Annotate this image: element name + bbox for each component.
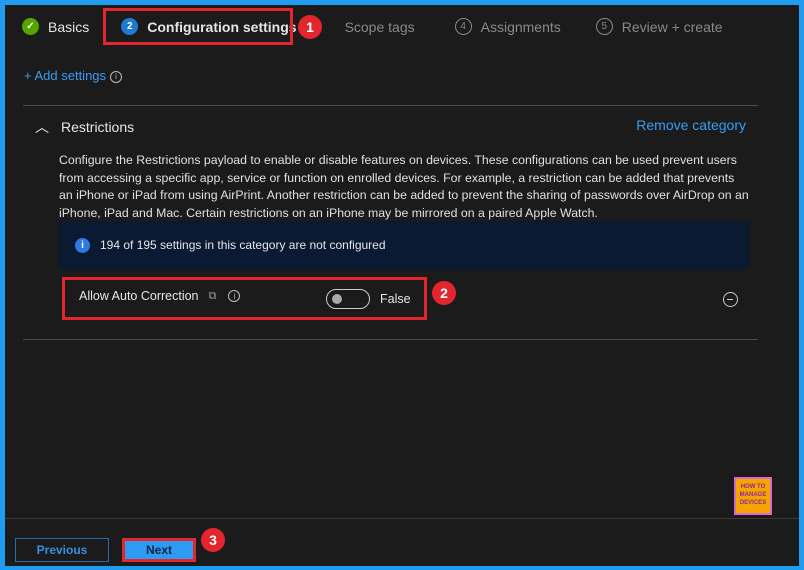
divider <box>23 339 758 340</box>
info-icon: i <box>75 237 90 253</box>
step-label: Assignments <box>480 18 561 35</box>
next-button[interactable]: Next <box>122 538 196 562</box>
chevron-up-icon: ︿ <box>35 119 49 135</box>
step-basics[interactable]: ✓ Basics <box>22 18 89 35</box>
wizard-panel: ✓ Basics 2 Configuration settings Scope ta… <box>5 5 799 566</box>
highlight-box <box>103 8 293 45</box>
category-title: Restrictions <box>61 119 135 135</box>
annotation-badge: 2 <box>432 281 456 305</box>
remove-category-link[interactable]: Remove category <box>636 117 746 133</box>
footer-divider <box>5 518 799 519</box>
annotation-badge: 1 <box>298 15 322 39</box>
step-scope-tags[interactable]: Scope tags <box>345 19 415 35</box>
step-label: Review + create <box>621 18 723 35</box>
step-label: Scope tags <box>344 18 415 35</box>
info-banner: i 194 of 195 settings in this category ar… <box>59 221 749 269</box>
step-review-create[interactable]: 5 Review + create <box>595 18 723 35</box>
annotation-badge: 3 <box>201 528 225 552</box>
step-label: Basics <box>48 18 90 35</box>
remove-setting-icon[interactable] <box>723 292 738 307</box>
info-icon: i <box>110 70 123 83</box>
logo: HOW TO MANAGE DEVICES <box>734 477 772 515</box>
add-settings-link[interactable]: + Add settings i <box>24 68 123 83</box>
category-description: Configure the Restrictions payload to en… <box>59 153 749 220</box>
highlight-box <box>62 277 427 320</box>
previous-button[interactable]: Previous <box>15 538 109 562</box>
add-settings-label: + Add settings <box>24 68 107 83</box>
step-number-icon: 5 <box>595 18 613 35</box>
category-header[interactable]: ︿ Restrictions <box>35 117 134 137</box>
step-number-icon: 4 <box>454 18 472 35</box>
check-icon: ✓ <box>22 18 39 35</box>
banner-text: 194 of 195 settings in this category are… <box>100 238 386 252</box>
divider <box>23 105 758 106</box>
step-assignments[interactable]: 4 Assignments <box>454 18 561 35</box>
